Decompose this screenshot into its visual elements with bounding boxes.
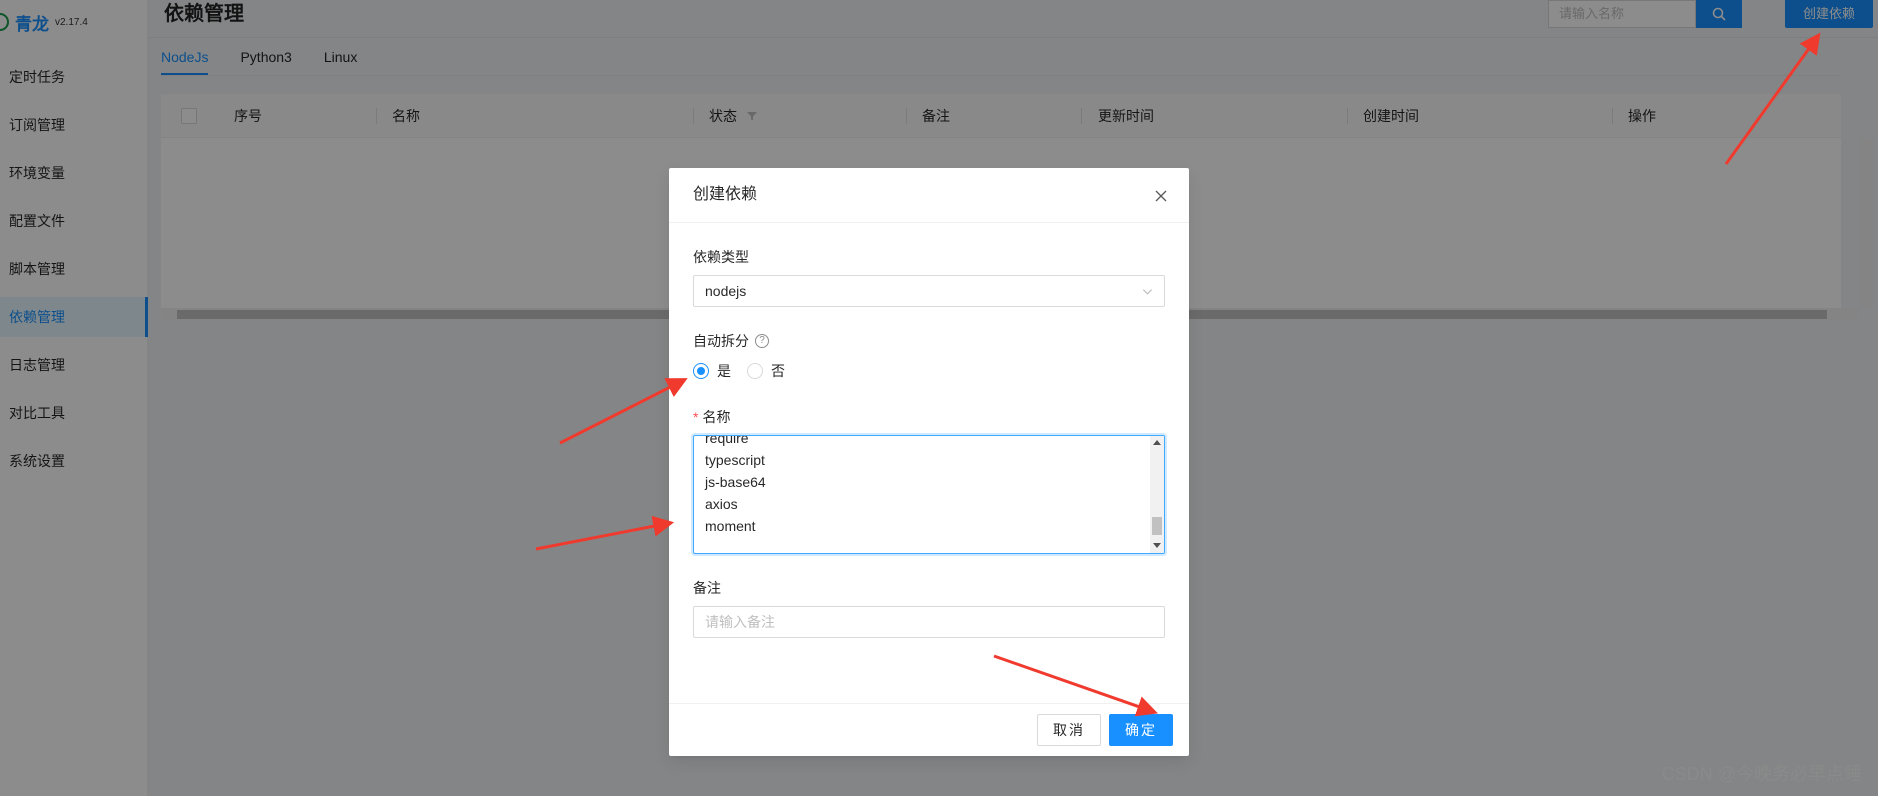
textarea-line: axios <box>705 496 738 512</box>
name-label-text: 名称 <box>702 409 731 425</box>
type-label-text: 依赖类型 <box>693 249 749 265</box>
name-textarea[interactable]: require typescript js-base64 axios momen… <box>693 435 1165 554</box>
radio-no-label: 否 <box>771 363 785 379</box>
remark-input[interactable]: 请输入备注 <box>693 606 1165 638</box>
modal-footer: 取消 确定 <box>669 703 1189 756</box>
close-icon <box>1155 190 1167 202</box>
close-button[interactable] <box>1151 186 1171 206</box>
scroll-down-icon[interactable] <box>1153 543 1161 548</box>
create-dependency-modal: 创建依赖 依赖类型 nodejs 自动拆分 ? 是 否 * 名称 require… <box>669 168 1189 756</box>
required-mark: * <box>693 409 699 425</box>
textarea-line: require <box>705 435 749 446</box>
split-radio-group: 是 否 <box>693 359 1165 383</box>
question-icon[interactable]: ? <box>755 334 769 348</box>
type-select-value: nodejs <box>705 283 747 299</box>
remark-label-text: 备注 <box>693 580 721 596</box>
remark-label: 备注 <box>693 578 1165 598</box>
modal-body: 依赖类型 nodejs 自动拆分 ? 是 否 * 名称 require type… <box>669 223 1189 662</box>
textarea-line: moment <box>705 518 756 534</box>
textarea-content: require typescript js-base64 axios momen… <box>705 435 766 537</box>
watermark: CSDN @今晚务必早点睡 <box>1661 764 1862 784</box>
chevron-down-icon <box>1142 289 1153 295</box>
textarea-line: typescript <box>705 452 765 468</box>
radio-yes-label: 是 <box>717 363 731 379</box>
radio-no[interactable] <box>747 363 763 379</box>
type-label: 依赖类型 <box>693 247 1165 267</box>
type-select[interactable]: nodejs <box>693 275 1165 307</box>
ok-button[interactable]: 确定 <box>1109 714 1173 746</box>
split-label: 自动拆分 ? <box>693 331 1165 351</box>
scroll-up-icon[interactable] <box>1153 440 1161 445</box>
modal-title: 创建依赖 <box>693 186 758 203</box>
modal-header: 创建依赖 <box>669 168 1189 223</box>
name-label: * 名称 <box>693 407 1165 427</box>
radio-yes[interactable] <box>693 363 709 379</box>
textarea-scrollbar[interactable] <box>1150 436 1164 553</box>
split-label-text: 自动拆分 <box>693 333 749 349</box>
textarea-line: js-base64 <box>705 474 766 490</box>
textarea-scroll-thumb[interactable] <box>1152 517 1162 535</box>
split-yes-option[interactable]: 是 <box>693 361 731 381</box>
cancel-button[interactable]: 取消 <box>1037 714 1101 746</box>
split-no-option[interactable]: 否 <box>747 361 785 381</box>
